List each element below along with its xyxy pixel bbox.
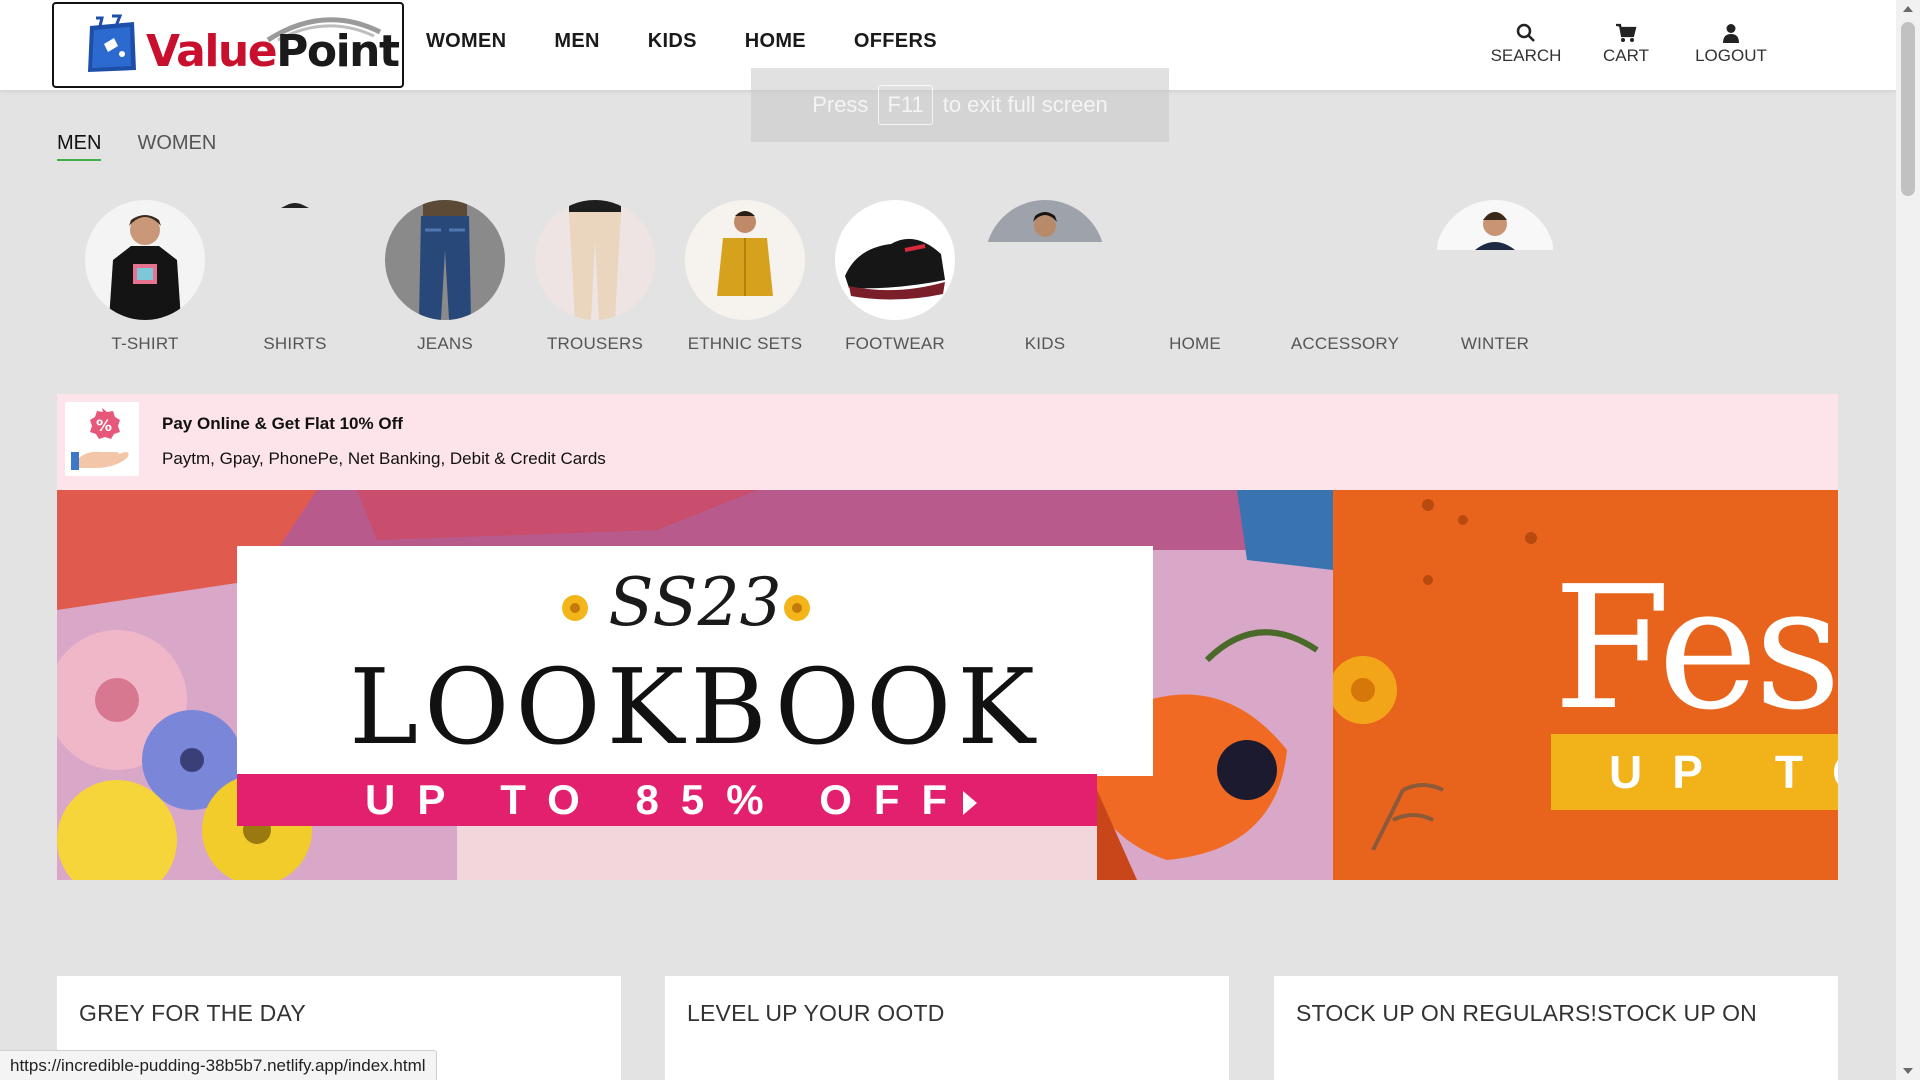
category-jeans[interactable]: JEANS [370, 200, 520, 354]
lookbook-card: SS23 LOOKBOOK [237, 546, 1153, 776]
scroll-down-arrow-icon[interactable] [1903, 1068, 1913, 1074]
cart-label: CART [1603, 46, 1649, 65]
logout-button[interactable]: LOGOUT [1676, 22, 1786, 66]
banner-title: LOOKBOOK [349, 646, 1041, 768]
category-label: T-SHIRT [111, 334, 179, 353]
category-shirts[interactable]: SHIRTS [220, 200, 370, 354]
category-image [1135, 200, 1255, 320]
shopping-bag-icon [88, 14, 136, 72]
search-button[interactable]: SEARCH [1476, 22, 1576, 66]
festive-title: Fest [1553, 550, 1838, 748]
banner-season: SS23 [608, 564, 782, 641]
nav-kids[interactable]: KIDS [648, 30, 697, 53]
tab-men[interactable]: MEN [57, 132, 102, 161]
category-image [85, 200, 205, 320]
category-image [985, 200, 1105, 320]
category-image [535, 200, 655, 320]
category-image [1435, 200, 1555, 320]
scroll-thumb[interactable] [1901, 22, 1915, 196]
category-row: T-SHIRT SHIRTS JEANS TROUSERS ETHNIC SET… [70, 200, 1570, 354]
category-label: ACCESSORY [1290, 334, 1400, 353]
festive-offer-strip: UP TO [1551, 734, 1838, 810]
category-image [1285, 200, 1405, 320]
header-actions: SEARCH CART LOGOUT [1476, 22, 1896, 72]
category-label: HOME [1169, 334, 1221, 353]
cart-button[interactable]: CART [1586, 22, 1666, 66]
category-kids[interactable]: KIDS [970, 200, 1120, 354]
category-winter[interactable]: WINTER [1420, 200, 1570, 354]
category-label: SHIRTS [263, 334, 327, 353]
category-home[interactable]: HOME [1120, 200, 1270, 354]
nav-offers[interactable]: OFFERS [854, 30, 937, 53]
category-trousers[interactable]: TROUSERS [520, 200, 670, 354]
section-title: LEVEL UP YOUR OOTD [687, 1000, 945, 1026]
category-tshirt[interactable]: T-SHIRT [70, 200, 220, 354]
category-footwear[interactable]: FOOTWEAR [820, 200, 970, 354]
lookbook-slide[interactable]: SS23 LOOKBOOK UP TO 85% OFF [57, 490, 1333, 880]
scroll-up-arrow-icon[interactable] [1903, 6, 1913, 12]
gender-tabs: MEN WOMEN [57, 132, 216, 161]
category-accessory[interactable]: ACCESSORY [1270, 200, 1420, 354]
category-image [235, 200, 355, 320]
banner-offer-text: UP TO 85% OFF [365, 776, 970, 823]
link-status-bar: https://incredible-pudding-38b5b7.netlif… [0, 1050, 437, 1080]
page-scrollbar[interactable] [1896, 0, 1920, 1080]
category-label: JEANS [417, 334, 473, 353]
section-card[interactable]: STOCK UP ON REGULARS!STOCK UP ON [1274, 976, 1838, 1080]
category-label: FOOTWEAR [845, 334, 945, 353]
payment-offer-banner[interactable]: % Pay Online & Get Flat 10% Off Paytm, G… [57, 394, 1838, 490]
toast-key: F11 [878, 85, 933, 125]
category-image [685, 200, 805, 320]
search-icon [1516, 23, 1535, 42]
play-arrow-icon [963, 790, 978, 815]
festive-slide[interactable]: Fest UP TO [1333, 490, 1838, 880]
nav-men[interactable]: MEN [554, 30, 599, 53]
offer-subtitle: Paytm, Gpay, PhonePe, Net Banking, Debit… [162, 449, 606, 468]
discount-hand-icon: % [65, 402, 139, 476]
brand-name: ValuePoint [146, 26, 400, 77]
category-ethnic-sets[interactable]: ETHNIC SETS [670, 200, 820, 354]
nav-home[interactable]: HOME [745, 30, 806, 53]
svg-text:%: % [96, 416, 112, 435]
banner-offer-strip: UP TO 85% OFF [237, 774, 1097, 826]
tab-women[interactable]: WOMEN [137, 132, 216, 161]
user-icon [1723, 24, 1739, 43]
category-label: TROUSERS [546, 334, 644, 353]
section-title: STOCK UP ON REGULARS!STOCK UP ON [1296, 1000, 1757, 1026]
toast-press: Press [812, 92, 869, 117]
search-label: SEARCH [1490, 46, 1562, 65]
category-label: ETHNIC SETS [687, 334, 803, 353]
brand-logo[interactable]: ValuePoint [52, 2, 404, 88]
section-title: GREY FOR THE DAY [79, 1000, 306, 1026]
category-label: WINTER [1460, 334, 1530, 353]
hero-carousel[interactable]: SS23 LOOKBOOK UP TO 85% OFF Fest UP TO [57, 490, 1838, 880]
cart-icon [1616, 23, 1637, 42]
fullscreen-notice: Press F11 to exit full screen [751, 68, 1169, 142]
main-nav: WOMEN MEN KIDS HOME OFFERS [426, 30, 985, 53]
section-card[interactable]: LEVEL UP YOUR OOTD [665, 976, 1229, 1080]
category-image [835, 200, 955, 320]
category-image [385, 200, 505, 320]
category-label: KIDS [1024, 334, 1066, 353]
logout-label: LOGOUT [1695, 46, 1767, 65]
offer-title: Pay Online & Get Flat 10% Off [162, 414, 403, 433]
toast-rest: to exit full screen [942, 92, 1108, 117]
nav-women[interactable]: WOMEN [426, 30, 506, 53]
